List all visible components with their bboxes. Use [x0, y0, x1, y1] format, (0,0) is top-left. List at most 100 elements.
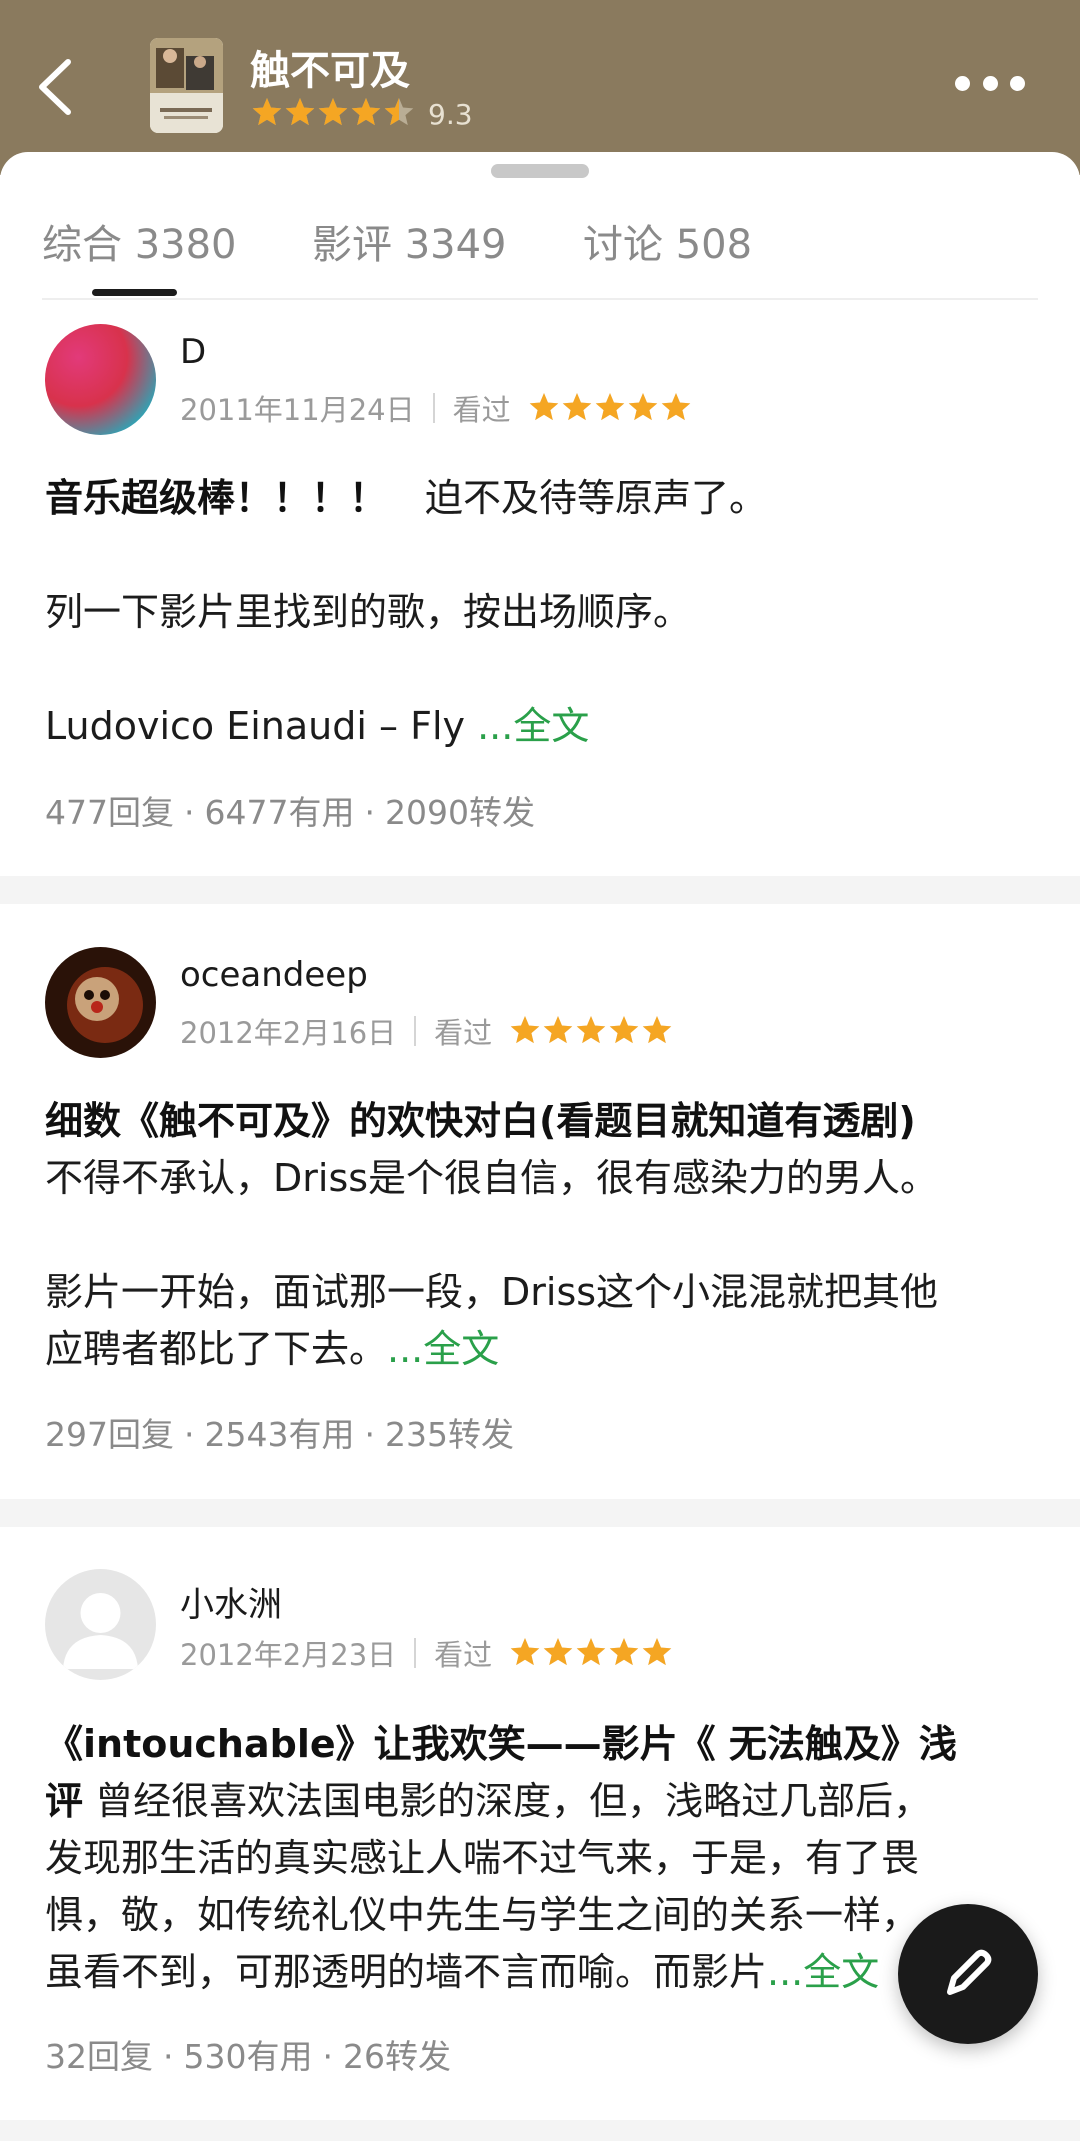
review-title: 《intouchable》让我欢笑——影片《 无法触及》浅: [45, 1722, 957, 1766]
stat-dot: ·: [184, 793, 195, 832]
review-stats: 297回复 · 2543有用 · 235转发: [45, 1408, 514, 1456]
stat-dot: ·: [184, 1415, 195, 1454]
share-count[interactable]: 26转发: [343, 2037, 451, 2076]
read-more-link[interactable]: ...全文: [767, 1950, 879, 1994]
star-icon: [510, 1638, 540, 1666]
review-stars: [510, 1638, 672, 1666]
review-text: Ludovico Einaudi – Fly: [45, 704, 478, 748]
useful-count[interactable]: 2543有用: [205, 1415, 355, 1454]
meta-divider: [432, 393, 435, 423]
review-title: 评: [45, 1779, 84, 1823]
card-separator: [0, 1499, 1080, 1527]
star-icon: [543, 1638, 573, 1666]
star-icon: [543, 1016, 573, 1044]
review-date: 2012年2月23日: [180, 1638, 397, 1672]
review-meta: 2011年11月24日 看过: [180, 388, 692, 428]
stat-dot: ·: [163, 2037, 174, 2076]
review-username[interactable]: D: [180, 332, 206, 372]
watched-status: 看过: [434, 1638, 493, 1672]
review-text: 迫不及待等原声了。: [387, 476, 768, 520]
star-icon: [318, 98, 348, 126]
star-icon: [642, 1638, 672, 1666]
review-text: 不得不承认，Driss是个很自信，很有感染力的男人。: [45, 1156, 939, 1200]
reply-count[interactable]: 32回复: [45, 2037, 153, 2076]
top-bar: 触不可及 9.3: [0, 0, 1080, 175]
review-text: 影片一开始，面试那一段，Driss这个小混混就把其他: [45, 1270, 939, 1314]
review-stats: 477回复 · 6477有用 · 2090转发: [45, 786, 535, 834]
active-tab-indicator: [92, 289, 177, 296]
watched-status: 看过: [434, 1016, 493, 1050]
avatar-image: [45, 947, 156, 1058]
poster-image: [150, 38, 223, 133]
review-title: 音乐超级棒！！！！: [45, 476, 388, 520]
avatar[interactable]: [45, 947, 156, 1058]
star-icon: [595, 393, 624, 421]
star-icon: [609, 1016, 639, 1044]
more-dot: [1010, 75, 1025, 91]
review-body[interactable]: 音乐超级棒！！！！ 迫不及待等原声了。 列一下影片里找到的歌，按出场顺序。 Lu…: [45, 470, 1045, 755]
star-icon: [642, 1016, 672, 1044]
useful-count[interactable]: 6477有用: [205, 793, 355, 832]
avatar-image: [45, 324, 156, 435]
reply-count[interactable]: 477回复: [45, 793, 174, 832]
review-meta: 2012年2月23日 看过: [180, 1633, 673, 1673]
review-body[interactable]: 细数《触不可及》的欢快对白(看题目就知道有透剧) 不得不承认，Driss是个很自…: [45, 1093, 1045, 1378]
star-icon: [529, 393, 558, 421]
review-date: 2011年11月24日: [180, 393, 415, 427]
more-dots-icon: [955, 75, 970, 91]
avatar[interactable]: [45, 1569, 156, 1680]
stat-dot: ·: [364, 1415, 375, 1454]
stat-dot: ·: [322, 2037, 334, 2076]
drag-handle[interactable]: [491, 164, 589, 178]
chevron-left-icon: [39, 59, 71, 115]
movie-poster[interactable]: [150, 38, 223, 133]
tab-reviews[interactable]: 影评 3349: [312, 212, 507, 270]
more-dot: [982, 75, 998, 91]
meta-divider: [414, 1638, 417, 1668]
watched-status: 看过: [452, 393, 511, 427]
meta-divider: [414, 1016, 417, 1046]
rating-row: 9.3: [250, 95, 473, 133]
rating-stars: [252, 98, 414, 126]
pencil-icon: [947, 1949, 992, 1995]
share-count[interactable]: 235转发: [385, 1415, 514, 1454]
review-text: 应聘者都比了下去。: [45, 1327, 388, 1371]
review-date: 2012年2月16日: [180, 1016, 397, 1050]
share-count[interactable]: 2090转发: [385, 793, 535, 832]
review-text: 曾经很喜欢法国电影的深度，但，浅略过几部后，: [83, 1779, 932, 1823]
review-stats: 32回复 · 530有用 · 26转发: [45, 2030, 451, 2078]
stat-dot: ·: [364, 793, 375, 832]
review-username[interactable]: oceandeep: [180, 955, 368, 995]
tab-discussion[interactable]: 讨论 508: [583, 212, 752, 270]
read-more-link[interactable]: ...全文: [387, 1327, 499, 1371]
default-avatar-icon: [45, 1569, 156, 1680]
review-text: 列一下影片里找到的歌，按出场顺序。: [45, 590, 692, 634]
review-stars: [529, 393, 690, 421]
avatar[interactable]: [45, 324, 156, 435]
review-username[interactable]: 小水洲: [180, 1577, 282, 1626]
more-options-button[interactable]: [955, 68, 1025, 98]
star-icon: [576, 1638, 606, 1666]
read-more-link[interactable]: ...全文: [477, 704, 589, 748]
card-separator: [0, 2120, 1080, 2141]
tab-overview[interactable]: 综合 3380: [42, 212, 237, 270]
star-icon: [628, 393, 657, 421]
star-icon: [609, 1638, 639, 1666]
movie-title: 触不可及: [250, 48, 410, 94]
star-icon: [351, 98, 381, 126]
review-text: 发现那生活的真实感让人喘不过气来，于是，有了畏: [45, 1836, 920, 1880]
star-icon: [252, 98, 282, 126]
write-review-button[interactable]: [898, 1904, 1038, 2044]
rating-score: 9.3: [428, 97, 473, 131]
tab-divider: [42, 298, 1038, 300]
review-stars: [510, 1016, 672, 1044]
useful-count[interactable]: 530有用: [184, 2037, 313, 2076]
review-title: 细数《触不可及》的欢快对白(看题目就知道有透剧): [45, 1099, 916, 1143]
review-body[interactable]: 《intouchable》让我欢笑——影片《 无法触及》浅 评 曾经很喜欢法国电…: [45, 1716, 1045, 2001]
card-separator: [0, 876, 1080, 904]
star-icon: [562, 393, 591, 421]
back-button[interactable]: [30, 52, 90, 122]
star-icon: [510, 1016, 540, 1044]
reply-count[interactable]: 297回复: [45, 1415, 174, 1454]
star-icon: [576, 1016, 606, 1044]
